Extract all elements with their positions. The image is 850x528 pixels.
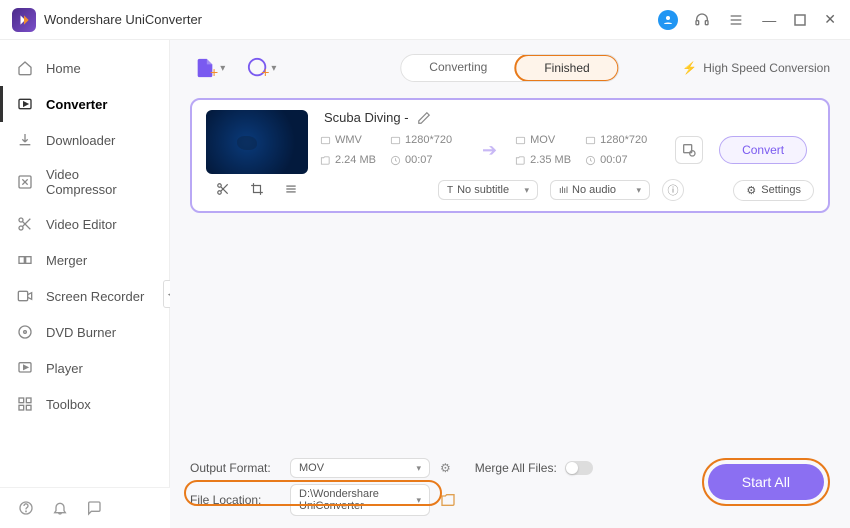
add-file-button[interactable]: +▾ [190,52,229,84]
sidebar-item-label: Player [46,361,83,376]
chevron-down-icon: ▾ [416,495,421,506]
high-speed-label: High Speed Conversion [703,61,830,75]
chevron-down-icon: ▾ [416,463,421,474]
subtitle-select[interactable]: TNo subtitle▾ [438,180,538,200]
audio-select[interactable]: ılılNo audio▾ [550,180,650,200]
output-format-gear-icon[interactable]: ⚙ [440,461,451,475]
menu-icon[interactable] [726,10,746,30]
chevron-down-icon: ▾ [636,185,641,196]
sidebar-item-label: Merger [46,253,87,268]
edit-title-icon[interactable] [417,111,431,125]
sidebar-item-label: DVD Burner [46,325,116,340]
sidebar-item-label: Screen Recorder [46,289,144,304]
gear-icon: ⚙ [746,184,756,197]
help-icon[interactable] [18,500,34,516]
sidebar-item-label: Converter [46,97,107,112]
merge-label: Merge All Files: [475,461,557,475]
video-thumbnail[interactable] [206,110,308,174]
sidebar-item-merger[interactable]: Merger [0,242,169,278]
more-icon[interactable] [284,182,298,196]
sidebar-item-recorder[interactable]: Screen Recorder [0,278,169,314]
file-title: Scuba Diving - [324,110,409,125]
sidebar-item-label: Home [46,61,81,76]
recorder-icon [16,287,34,305]
file-location-select[interactable]: D:\Wondershare UniConverter▾ [290,484,430,516]
converter-icon [16,95,34,113]
sidebar-item-compressor[interactable]: Video Compressor [0,158,169,206]
sidebar-item-player[interactable]: Player [0,350,169,386]
chevron-down-icon: ▾ [271,63,276,74]
play-icon [16,359,34,377]
scissors-icon [16,215,34,233]
output-settings-icon[interactable] [675,136,703,164]
arrow-right-icon: ➔ [476,140,503,161]
grid-icon [16,395,34,413]
tab-converting[interactable]: Converting [401,55,515,81]
sidebar-item-home[interactable]: Home [0,50,169,86]
chevron-down-icon: ▾ [524,185,529,196]
user-avatar-icon[interactable] [658,10,678,30]
sidebar-item-label: Video Editor [46,217,117,232]
source-meta: WMV 1280*720 2.24 MB 00:07 [320,131,464,169]
open-folder-icon[interactable] [440,492,456,508]
download-icon [16,131,34,149]
sidebar: Home Converter Downloader Video Compress… [0,40,170,528]
maximize-icon[interactable] [792,12,808,28]
app-title: Wondershare UniConverter [44,12,658,27]
convert-button[interactable]: Convert [719,136,807,164]
disc-icon [16,323,34,341]
target-meta: MOV 1280*720 2.35 MB 00:07 [515,131,659,169]
start-all-button[interactable]: Start All [708,464,824,500]
merge-toggle[interactable] [565,461,593,475]
sidebar-item-label: Toolbox [46,397,91,412]
titlebar: Wondershare UniConverter — ✕ [0,0,850,40]
feedback-icon[interactable] [86,500,102,516]
highlight-ring: Start All [702,458,830,506]
bolt-icon: ⚡ [682,61,697,75]
sidebar-item-toolbox[interactable]: Toolbox [0,386,169,422]
sidebar-item-label: Downloader [46,133,115,148]
output-format-label: Output Format: [190,461,280,475]
file-location-label: File Location: [190,493,280,507]
sidebar-item-converter[interactable]: Converter [0,86,169,122]
close-icon[interactable]: ✕ [822,9,838,30]
chevron-down-icon: ▾ [220,63,225,74]
file-card: Scuba Diving - WMV 1280*720 2.24 MB 00:0… [190,98,830,213]
crop-icon[interactable] [250,182,264,196]
high-speed-toggle[interactable]: ⚡ High Speed Conversion [682,61,830,75]
info-icon[interactable]: ⓘ [662,179,684,201]
home-icon [16,59,34,77]
sidebar-item-downloader[interactable]: Downloader [0,122,169,158]
bell-icon[interactable] [52,500,68,516]
settings-button[interactable]: ⚙Settings [733,180,814,201]
add-folder-button[interactable]: +▾ [243,52,280,84]
headset-icon[interactable] [692,10,712,30]
tab-bar: Converting Finished [400,54,619,82]
compressor-icon [16,173,34,191]
sidebar-item-dvd[interactable]: DVD Burner [0,314,169,350]
sidebar-item-label: Video Compressor [46,167,153,197]
output-format-select[interactable]: MOV▾ [290,458,430,478]
minimize-icon[interactable]: — [760,10,778,30]
merger-icon [16,251,34,269]
tab-finished[interactable]: Finished [514,54,619,82]
sidebar-item-editor[interactable]: Video Editor [0,206,169,242]
trim-icon[interactable] [216,182,230,196]
main-panel: +▾ +▾ Converting Finished ⚡ High Speed Co… [170,40,850,528]
app-logo [12,8,36,32]
